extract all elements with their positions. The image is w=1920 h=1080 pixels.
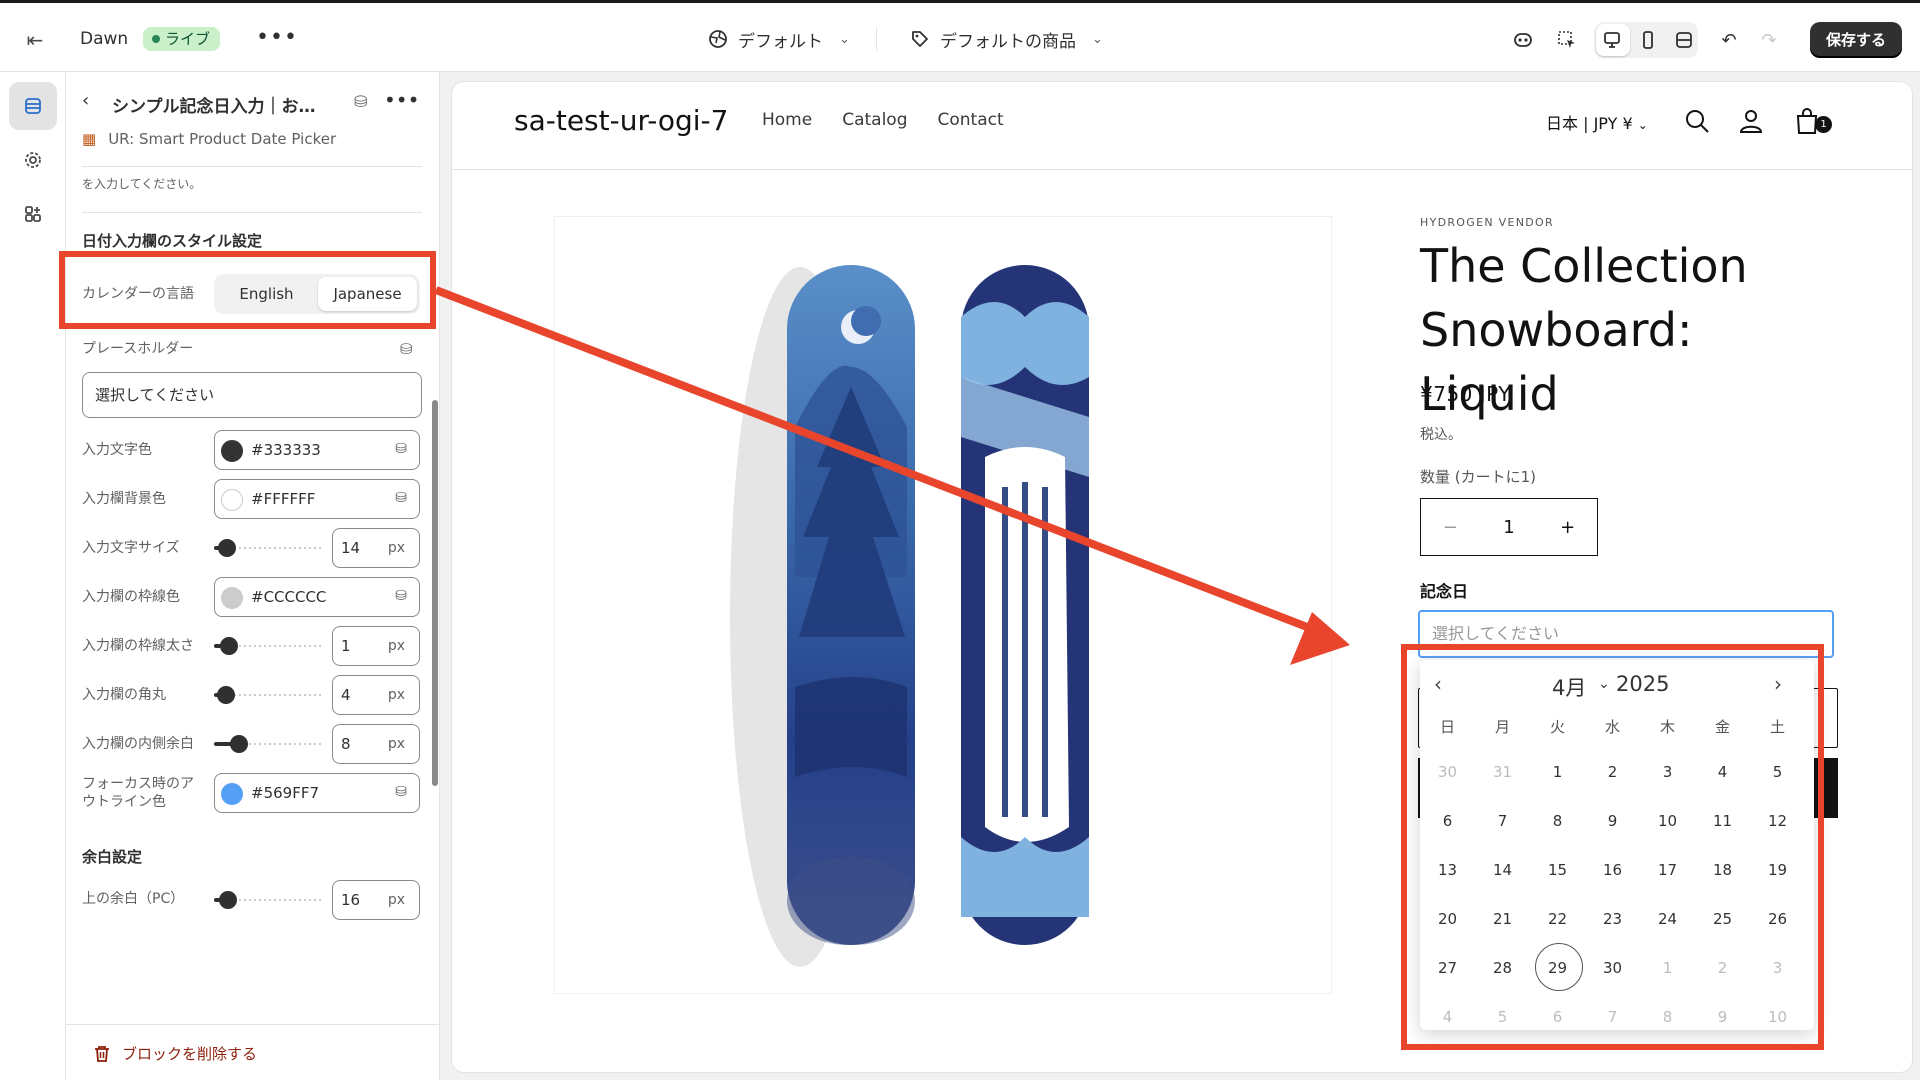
annotation-arrow (434, 286, 1350, 665)
